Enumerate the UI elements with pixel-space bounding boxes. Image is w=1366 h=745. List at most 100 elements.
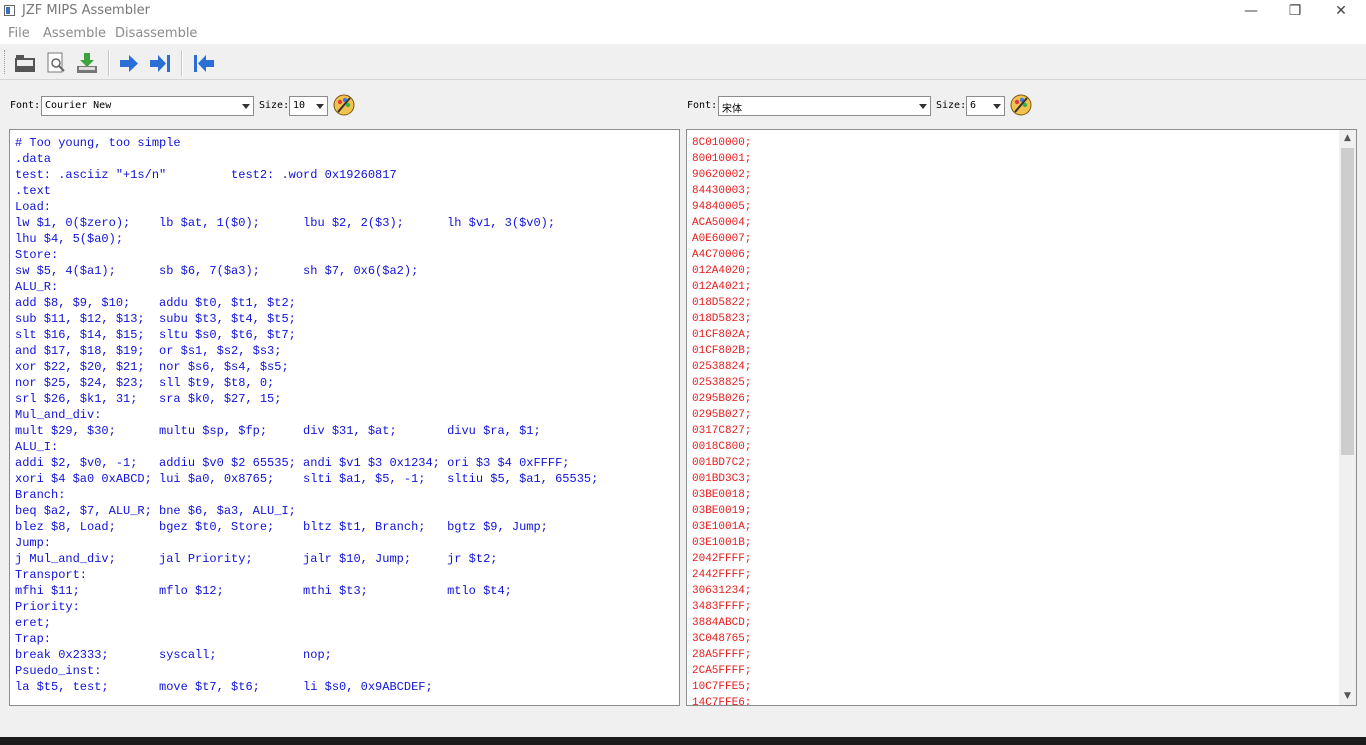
output-font-select[interactable]: 宋体 bbox=[718, 96, 931, 116]
source-line: blez $8, Load; bgez $t0, Store; bltz $t1… bbox=[15, 520, 548, 534]
source-line: nor $25, $24, $23; sll $t9, $t8, 0; bbox=[15, 376, 275, 390]
source-line: xor $22, $20, $21; nor $s6, $s4, $s5; bbox=[15, 360, 289, 374]
toolbar-separator bbox=[108, 50, 110, 76]
vertical-scrollbar[interactable]: ▲ ▼ bbox=[1339, 130, 1356, 705]
machine-code-line: A0E60007; bbox=[692, 233, 752, 245]
source-line: Jump: bbox=[15, 536, 52, 550]
source-font-value: Courier New bbox=[45, 100, 112, 111]
machine-code-line: 2042FFFF; bbox=[692, 553, 752, 565]
machine-code-line: 02538825; bbox=[692, 377, 752, 389]
source-line: Psuedo_inst: bbox=[15, 664, 102, 678]
source-size-select[interactable]: 10 bbox=[289, 96, 328, 116]
machine-code-line: ACA50004; bbox=[692, 217, 752, 229]
source-line: add $8, $9, $10; addu $t0, $t1, $t2; bbox=[15, 296, 296, 310]
source-font-label: Font: bbox=[10, 100, 41, 111]
source-line: mult $29, $30; multu $sp, $fp; div $31, … bbox=[15, 424, 541, 438]
scroll-thumb[interactable] bbox=[1341, 148, 1354, 455]
find-file-icon[interactable] bbox=[43, 50, 69, 76]
machine-code-line: 018D5822; bbox=[692, 297, 752, 309]
taskbar bbox=[0, 737, 1366, 745]
machine-code-line: 03BE0018; bbox=[692, 489, 752, 501]
source-line: and $17, $18, $19; or $s1, $s2, $s3; bbox=[15, 344, 282, 358]
open-icon[interactable] bbox=[12, 50, 38, 76]
source-size-label: Size: bbox=[259, 100, 290, 111]
source-line: Trap: bbox=[15, 632, 52, 646]
source-line: sw $5, 4($a1); sb $6, 7($a3); sh $7, 0x6… bbox=[15, 264, 419, 278]
machine-code-line: 012A4020; bbox=[692, 265, 752, 277]
machine-code-line: 0295B027; bbox=[692, 409, 752, 421]
menu-file[interactable]: File bbox=[8, 26, 30, 41]
source-line: Load: bbox=[15, 200, 52, 214]
scroll-down-icon[interactable]: ▼ bbox=[1339, 688, 1356, 705]
source-font-row: Font: Courier New Size: 10 bbox=[0, 93, 683, 117]
machine-code-line: 2CA5FFFF; bbox=[692, 665, 752, 677]
machine-code-line: 3C048765; bbox=[692, 633, 752, 645]
source-line: xori $4 $a0 0xABCD; lui $a0, 0x8765; slt… bbox=[15, 472, 599, 486]
scroll-up-icon[interactable]: ▲ bbox=[1339, 130, 1356, 147]
machine-code-view[interactable]: 8C010000; 80010001; 90620002; 84430003; 9484… bbox=[686, 129, 1357, 706]
minimize-button[interactable]: — bbox=[1228, 0, 1274, 24]
machine-code-line: 018D5823; bbox=[692, 313, 752, 325]
output-font-value: 宋体 bbox=[722, 104, 742, 115]
source-editor[interactable]: # Too young, too simple .data test: .ascii… bbox=[9, 129, 680, 706]
toolbar-separator-2 bbox=[181, 50, 183, 76]
color-palette-icon[interactable] bbox=[1009, 93, 1033, 117]
machine-code-line: 0018C800; bbox=[692, 441, 752, 453]
source-line: break 0x2333; syscall; nop; bbox=[15, 648, 332, 662]
restore-button[interactable]: ❐ bbox=[1272, 0, 1318, 24]
machine-code-line: 012A4021; bbox=[692, 281, 752, 293]
machine-code-list[interactable]: 8C010000; 80010001; 90620002; 84430003; 9484… bbox=[692, 135, 752, 706]
step-back-icon[interactable] bbox=[191, 50, 217, 76]
source-line: ALU_R: bbox=[15, 280, 59, 294]
close-button[interactable]: ✕ bbox=[1318, 0, 1364, 24]
source-font-select[interactable]: Courier New bbox=[41, 96, 254, 116]
run-icon[interactable] bbox=[116, 50, 142, 76]
save-download-icon[interactable] bbox=[74, 50, 100, 76]
machine-code-line: 001BD3C3; bbox=[692, 473, 752, 485]
output-font-label: Font: bbox=[687, 100, 718, 111]
source-line: Transport: bbox=[15, 568, 88, 582]
source-line: test: .asciiz "+1s/n" test2: .word 0x192… bbox=[15, 168, 397, 182]
machine-code-line: A4C70006; bbox=[692, 249, 752, 261]
source-line: sub $11, $12, $13; subu $t3, $t4, $t5; bbox=[15, 312, 296, 326]
source-line: lw $1, 0($zero); lb $at, 1($0); lbu $2, … bbox=[15, 216, 556, 230]
chevron-down-icon bbox=[993, 104, 1001, 109]
source-line: slt $16, $14, $15; sltu $s0, $t6, $t7; bbox=[15, 328, 296, 342]
machine-code-line: 28A5FFFF; bbox=[692, 649, 752, 661]
title-bar: JZF MIPS Assembler — ❐ ✕ bbox=[0, 0, 1366, 24]
source-size-value: 10 bbox=[293, 100, 306, 111]
machine-code-line: 30631234; bbox=[692, 585, 752, 597]
menu-assemble[interactable]: Assemble bbox=[43, 26, 106, 41]
source-line: # Too young, too simple bbox=[15, 136, 181, 150]
output-size-label: Size: bbox=[936, 100, 967, 111]
color-palette-icon[interactable] bbox=[332, 93, 356, 117]
output-size-select[interactable]: 6 bbox=[966, 96, 1005, 116]
source-line: .text bbox=[15, 184, 52, 198]
machine-code-line: 3483FFFF; bbox=[692, 601, 752, 613]
source-line: Store: bbox=[15, 248, 59, 262]
menu-disassemble[interactable]: Disassemble bbox=[115, 26, 197, 41]
source-line: ALU_I: bbox=[15, 440, 59, 454]
menu-bar: File Assemble Disassemble bbox=[0, 24, 1366, 44]
machine-code-line: 01CF802B; bbox=[692, 345, 752, 357]
source-line: Priority: bbox=[15, 600, 80, 614]
app-icon bbox=[4, 5, 15, 16]
source-line: Branch: bbox=[15, 488, 66, 502]
machine-code-line: 90620002; bbox=[692, 169, 752, 181]
machine-code-line: 84430003; bbox=[692, 185, 752, 197]
source-line: lhu $4, 5($a0); bbox=[15, 232, 124, 246]
machine-code-line: 01CF802A; bbox=[692, 329, 752, 341]
source-line: mfhi $11; mflo $12; mthi $t3; mtlo $t4; bbox=[15, 584, 512, 598]
step-forward-icon[interactable] bbox=[147, 50, 173, 76]
source-line: eret; bbox=[15, 616, 52, 630]
source-line: beq $a2, $7, ALU_R; bne $6, $a3, ALU_I; bbox=[15, 504, 296, 518]
toolbar-grip[interactable] bbox=[4, 50, 8, 74]
source-code[interactable]: # Too young, too simple .data test: .ascii… bbox=[15, 135, 598, 695]
machine-code-line: 3884ABCD; bbox=[692, 617, 752, 629]
machine-code-line: 14C7FFE6; bbox=[692, 697, 752, 706]
source-line: srl $26, $k1, 31; sra $k0, $27, 15; bbox=[15, 392, 282, 406]
source-line: j Mul_and_div; jal Priority; jalr $10, J… bbox=[15, 552, 498, 566]
machine-code-line: 8C010000; bbox=[692, 137, 752, 149]
window-title: JZF MIPS Assembler bbox=[22, 3, 150, 18]
machine-code-line: 03E1001B; bbox=[692, 537, 752, 549]
